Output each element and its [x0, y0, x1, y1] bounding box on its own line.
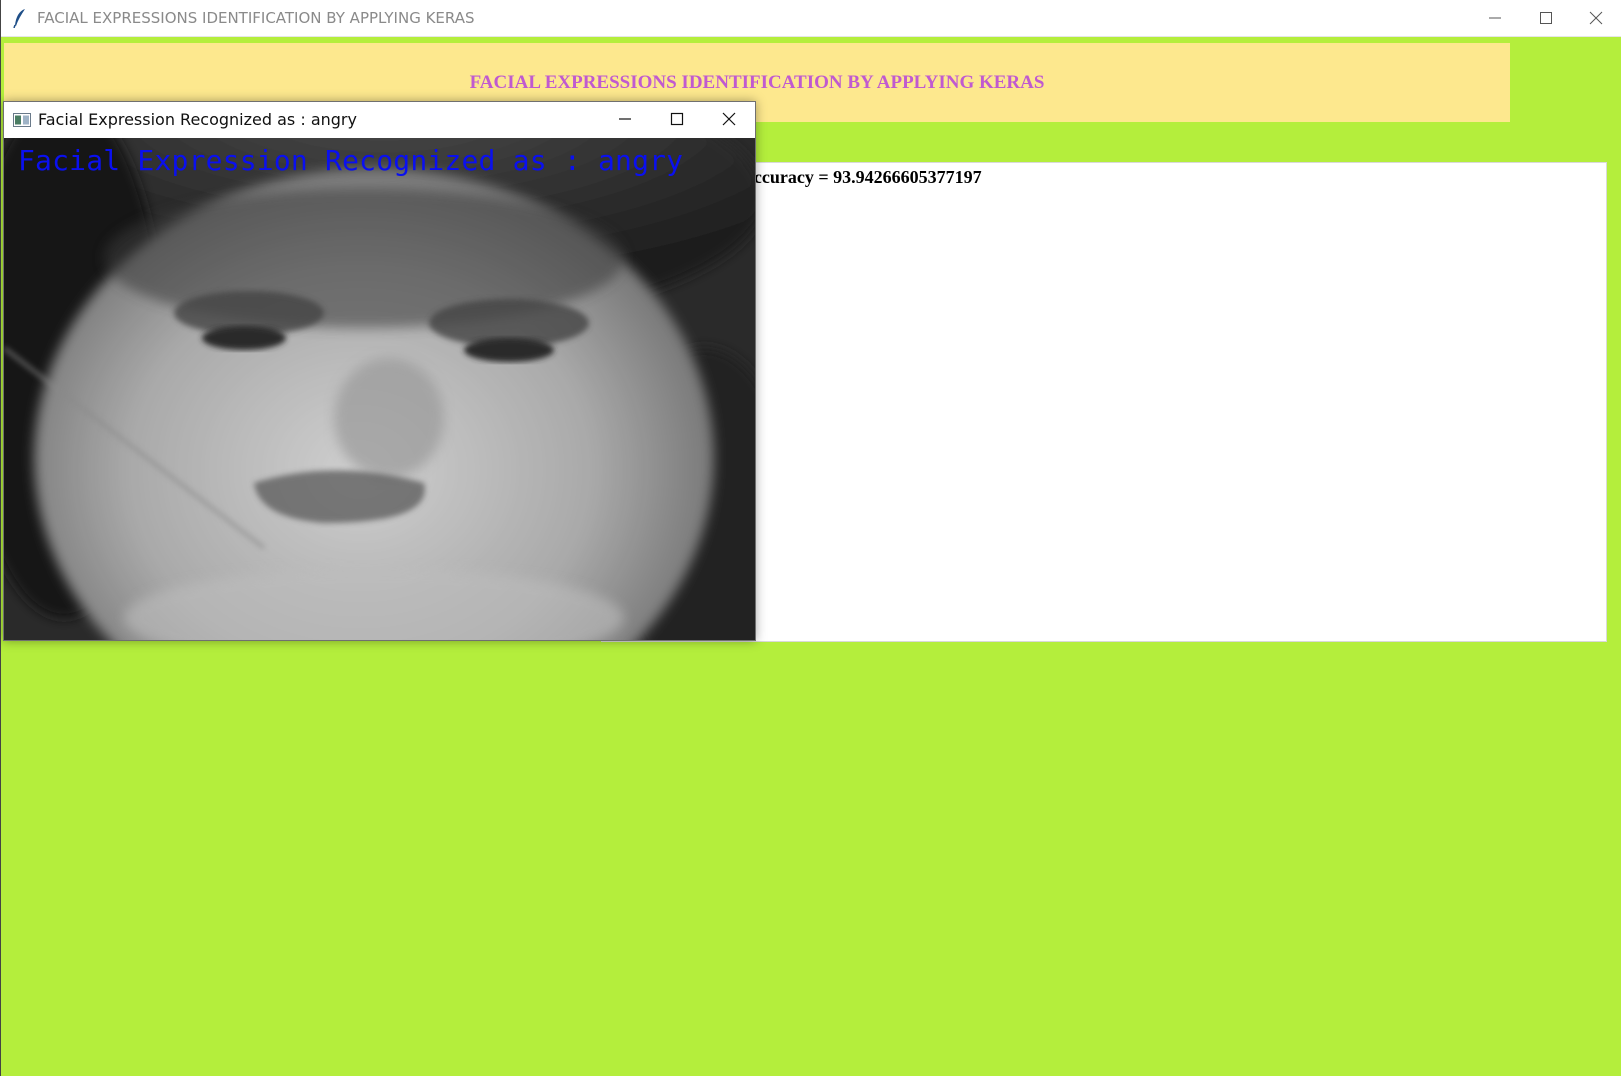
maximize-button[interactable]	[1521, 0, 1572, 37]
image-window-titlebar[interactable]: Facial Expression Recognized as : angry	[4, 102, 755, 138]
image-close-button[interactable]	[704, 102, 756, 138]
minimize-icon	[619, 118, 631, 120]
image-maximize-button[interactable]	[652, 102, 704, 138]
maximize-icon	[1540, 12, 1552, 24]
close-icon	[722, 112, 736, 126]
minimize-icon	[1489, 17, 1501, 19]
face-image: Facial Expression Recognized as : angry	[4, 138, 755, 640]
angry-face-photo	[4, 138, 755, 640]
opencv-window-icon	[13, 113, 31, 127]
main-window: FACIAL EXPRESSIONS IDENTIFICATION BY APP…	[0, 0, 1621, 1076]
feather-icon	[13, 8, 27, 29]
maximize-icon	[670, 112, 684, 126]
image-minimize-button[interactable]	[600, 102, 652, 138]
close-icon	[1589, 11, 1603, 25]
main-titlebar[interactable]: FACIAL EXPRESSIONS IDENTIFICATION BY APP…	[1, 0, 1621, 37]
window-title: FACIAL EXPRESSIONS IDENTIFICATION BY APP…	[37, 9, 475, 27]
image-window-title: Facial Expression Recognized as : angry	[38, 110, 357, 129]
close-button[interactable]	[1571, 0, 1621, 37]
header-title: FACIAL EXPRESSIONS IDENTIFICATION BY APP…	[469, 72, 1045, 93]
expression-overlay-text: Facial Expression Recognized as : angry	[18, 144, 684, 177]
image-window: Facial Expression Recognized as : angry	[3, 101, 756, 641]
minimize-button[interactable]	[1470, 0, 1521, 37]
